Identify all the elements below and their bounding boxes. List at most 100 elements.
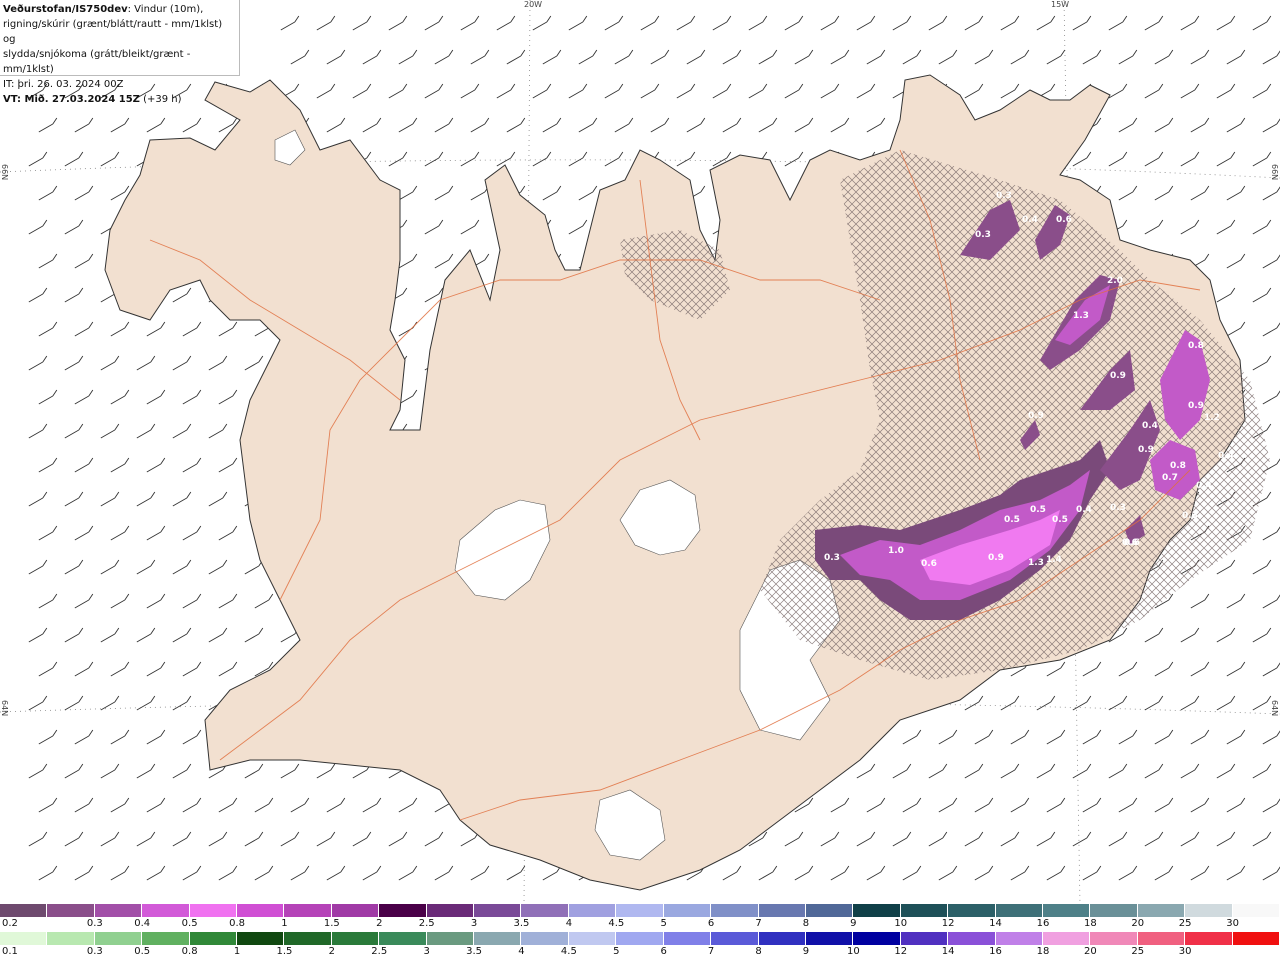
legend-swatch <box>1137 932 1186 945</box>
legend-swatch <box>142 932 190 945</box>
legend-swatch <box>663 932 712 945</box>
precip-value-label: 0.3 <box>996 191 1012 201</box>
legend-label: 8 <box>755 946 762 957</box>
legend-swatch <box>0 932 48 945</box>
precip-value-label: 0.5 <box>1030 505 1046 515</box>
legend-swatch <box>474 932 522 945</box>
legend-swatch <box>616 932 664 945</box>
legend-label: 30 <box>1178 946 1192 957</box>
precip-value-label: 0.4 <box>1196 481 1212 491</box>
precip-value-label: 0.8 <box>1170 461 1186 471</box>
rain-color-legend <box>0 932 1280 945</box>
legend-label: 5 <box>613 946 620 957</box>
legend-label: 4 <box>565 918 573 929</box>
legend-label: 6 <box>660 946 667 957</box>
legend-swatch <box>284 932 332 945</box>
precip-value-label: 1.3 <box>1028 558 1044 568</box>
legend-swatch <box>237 932 285 945</box>
legend-swatch <box>47 904 95 917</box>
legend-label: 1.5 <box>276 946 293 957</box>
precip-value-label: 1.4 <box>1046 555 1062 565</box>
legend-label: 16 <box>989 946 1002 957</box>
legend-swatch <box>1232 904 1280 917</box>
precip-value-label: 0.9 <box>1138 445 1154 455</box>
legend-label: 3.5 <box>466 946 483 957</box>
legend-label: 0.4 <box>134 918 151 929</box>
legend-swatch <box>995 932 1043 945</box>
lat-label-64n-right: 64N <box>1270 700 1279 717</box>
legend-label: 0.1 <box>2 946 18 957</box>
legend-label: 10 <box>846 946 860 957</box>
legend-label: 0.8 <box>229 918 245 929</box>
legend-swatch <box>94 904 143 917</box>
legend-swatch <box>1185 932 1233 945</box>
legend-swatch <box>948 932 996 945</box>
legend-swatch <box>1042 904 1091 917</box>
legend-swatch <box>1090 932 1138 945</box>
legend-swatch <box>331 932 380 945</box>
legend-label: 9 <box>802 946 810 957</box>
legend-swatch <box>379 904 427 917</box>
legend-label: 9 <box>850 918 857 929</box>
legend-swatch <box>379 932 427 945</box>
legend-label: 0.8 <box>181 946 198 957</box>
legend-label: 7 <box>707 946 715 957</box>
legend-swatch <box>1185 904 1233 917</box>
legend-swatch <box>0 904 48 917</box>
legend-swatch <box>426 904 475 917</box>
lon-label-15w: 15W <box>1051 0 1070 9</box>
legend-swatch <box>189 932 238 945</box>
legend-label: 2.5 <box>418 918 435 929</box>
precip-value-label: 1.3 <box>1073 311 1089 321</box>
legend-label: 2 <box>328 946 336 957</box>
legend-label: 20 <box>1131 918 1145 929</box>
legend-label: 30 <box>1226 918 1239 929</box>
legend-label: 1.5 <box>323 918 340 929</box>
legend-label: 12 <box>941 918 955 929</box>
legend-swatch <box>47 932 95 945</box>
legend-label: 18 <box>1036 946 1050 957</box>
precip-value-label: 0.3 <box>1182 511 1198 521</box>
legend-label: 8 <box>802 918 810 929</box>
weather-map: 0.30.4 0.60.32.01.30.80.90.90.91.20.40.90… <box>0 0 1280 904</box>
legend-swatch <box>1232 932 1280 945</box>
legend-label: 5 <box>660 918 667 929</box>
source-name: Veðurstofan/IS750dev <box>3 4 128 15</box>
legend-label: 16 <box>1036 918 1050 929</box>
legend-label: 14 <box>941 946 955 957</box>
legend-swatch <box>94 932 143 945</box>
legend-swatch <box>758 932 806 945</box>
precip-value-label: 0.5 <box>1004 515 1020 525</box>
precip-value-label: 0.5 <box>1052 515 1068 525</box>
valid-time: VT: Mið. 27.03.2024 15Z <box>3 94 140 105</box>
legend-swatch <box>853 932 901 945</box>
precip-value-label: 0.6 <box>1056 215 1072 225</box>
precip-value-label: 1.0 <box>888 546 904 556</box>
init-time: IT: þri. 26. 03. 2024 00Z <box>3 79 124 90</box>
legend-label: 4.5 <box>608 918 625 929</box>
precip-value-label: 0.6 <box>1122 538 1138 548</box>
precip-value-label: 0.8 <box>1188 341 1204 351</box>
legend-swatch <box>711 932 759 945</box>
precip-value-label: 0.4 <box>1142 421 1158 431</box>
precip-value-label: 0.7 <box>1162 473 1178 483</box>
lat-label-64n-left: 64N <box>0 700 9 717</box>
legend-swatch <box>995 904 1043 917</box>
legend-swatch <box>474 904 522 917</box>
lat-label-66n-left: 66N <box>0 164 9 181</box>
description-1: : Vindur (10m), <box>127 4 204 15</box>
legend-swatch <box>568 904 617 917</box>
legend-swatch <box>853 904 901 917</box>
precip-value-label: 0.9 <box>1188 401 1204 411</box>
legend-label: 1 <box>233 946 241 957</box>
legend-label: 25 <box>1131 946 1145 957</box>
legend-swatch <box>805 904 854 917</box>
precip-value-label: 0.4 <box>1076 505 1092 515</box>
legend-label: 0.5 <box>181 918 198 929</box>
legend-swatch <box>142 904 190 917</box>
legend-label: 12 <box>894 946 908 957</box>
legend-swatch <box>189 904 238 917</box>
title-line-1: Veðurstofan/IS750dev: Vindur (10m), <box>3 2 236 17</box>
legend-label: 25 <box>1178 918 1192 929</box>
legend-swatch <box>426 932 475 945</box>
